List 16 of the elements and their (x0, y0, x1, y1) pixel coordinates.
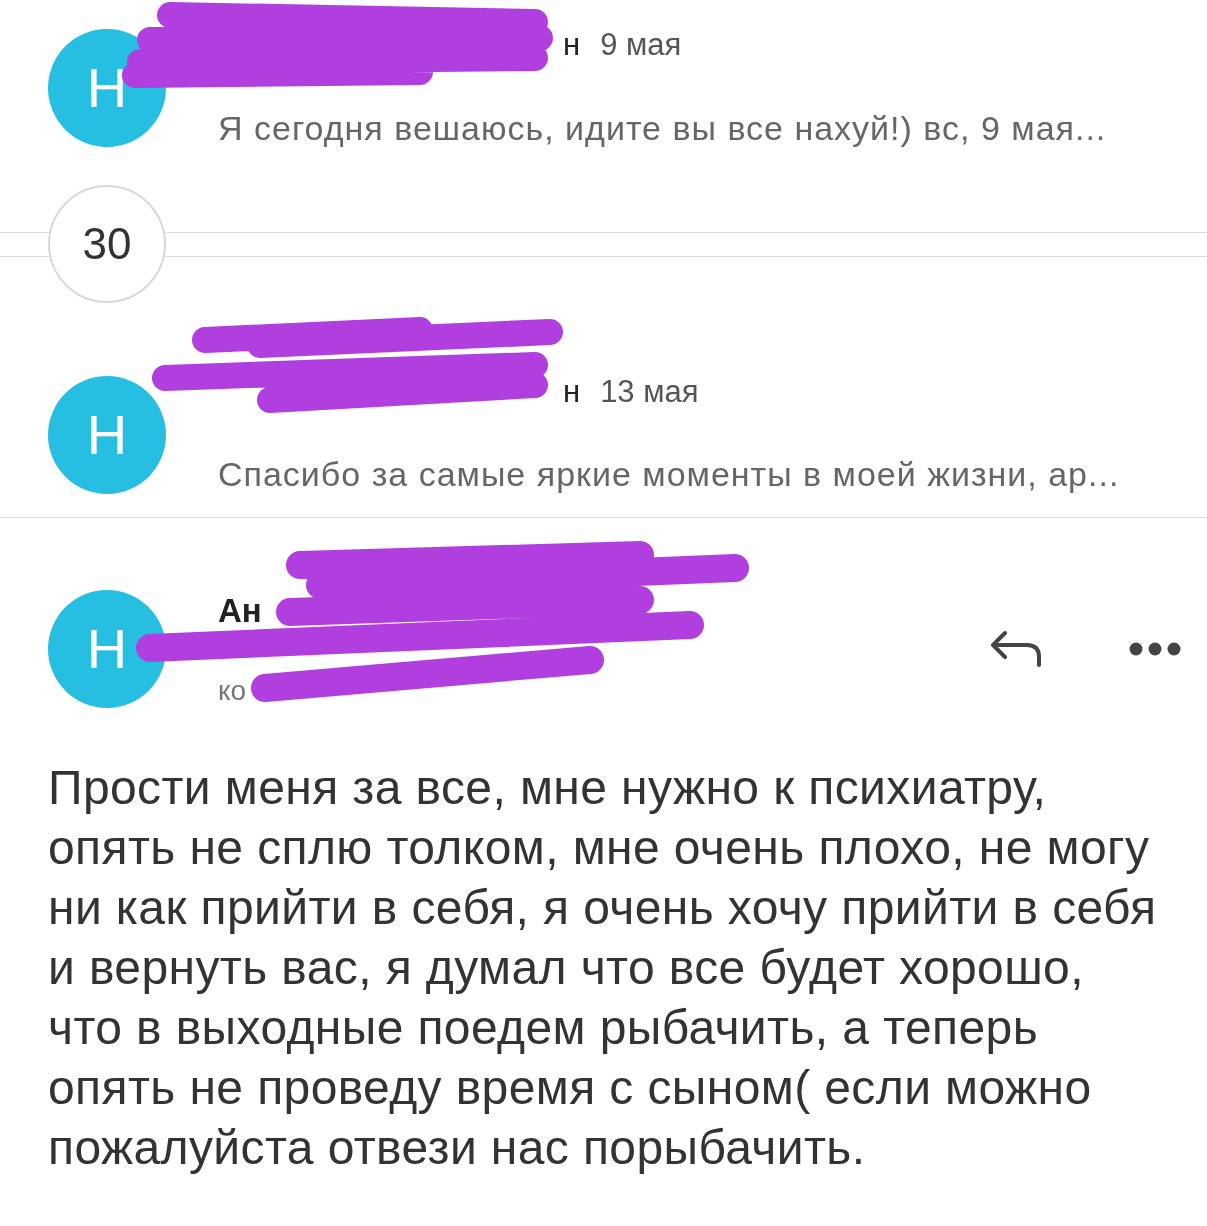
avatar: H (48, 590, 166, 708)
sender-name: н (563, 372, 581, 411)
date-label: 9 мая (600, 26, 682, 65)
more-icon (1129, 642, 1181, 656)
recipient-label: ко (218, 673, 248, 708)
message-preview: Спасибо за самые яркие моменты в моей жизни, ар... (218, 454, 1120, 496)
thread-item[interactable]: H н 13 мая Спасибо за самые яркие моменты в моей жизни, ар... (0, 318, 1207, 518)
thread-item[interactable]: H н 9 мая Я сегодня вешаюсь, идите вы все нахуй!) вс, 9 мая... (0, 0, 1207, 168)
reply-icon (989, 629, 1043, 669)
sender-name: н (563, 26, 581, 65)
date-label: 13 мая (600, 372, 699, 411)
message-body: Прости меня за все, мне нужно к психиатру, опять не сплю толком, мне очень плохо, не могу ни как прийти в себя, я очень хочу прийти в себя и вернуть вас, я думал что все будет хорошо, что в выходные поедем рыбачить, а теперь опять не проведу время с сыном( если можно пожалуйста отвези нас порыбачить. (47, 760, 1158, 1176)
message-preview: Я сегодня вешаюсь, идите вы все нахуй!) вс, 9 мая... (218, 107, 1107, 149)
collapsed-count-button[interactable]: 30 (48, 185, 166, 303)
avatar: H (48, 375, 166, 494)
sender-name: Ан (218, 591, 263, 632)
